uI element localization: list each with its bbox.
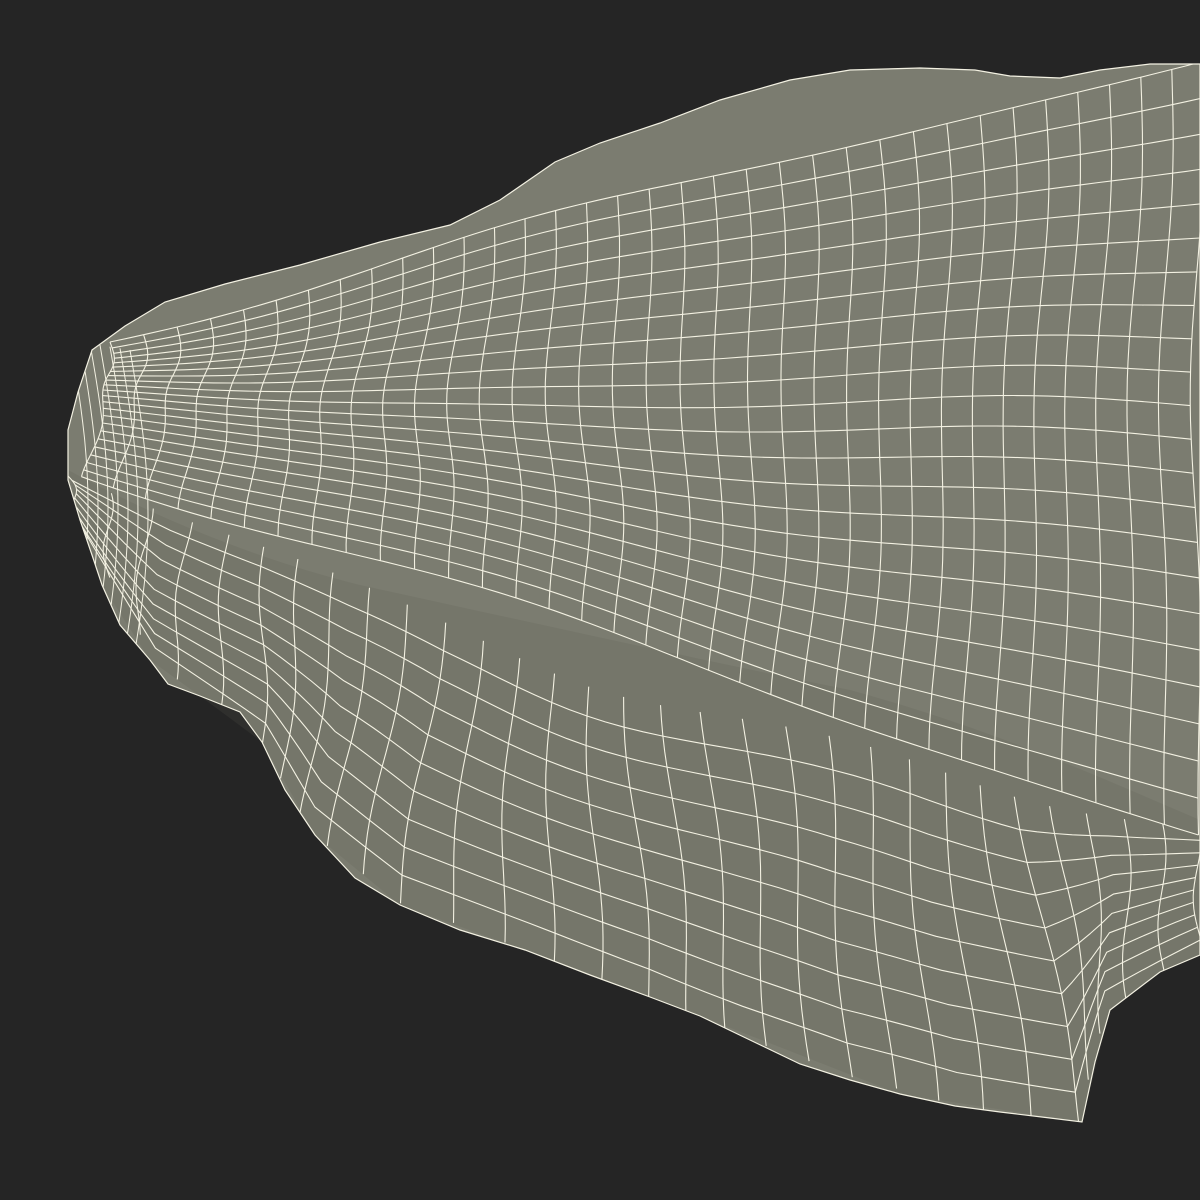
cushion-wireframe-render bbox=[0, 0, 1200, 1200]
render-viewport bbox=[0, 0, 1200, 1200]
